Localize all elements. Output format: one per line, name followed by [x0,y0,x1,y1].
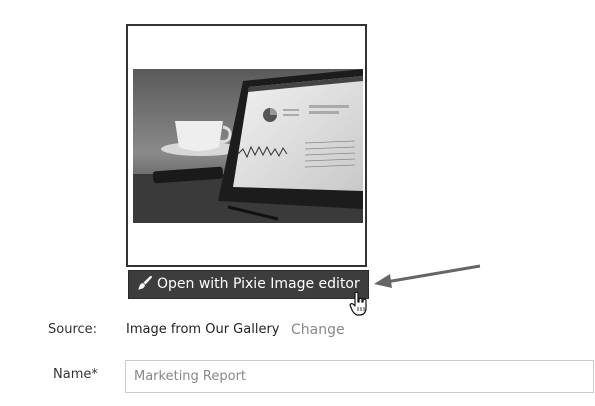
image-preview [133,69,363,223]
name-label: Name* [53,367,98,382]
source-label: Source: [48,322,98,337]
hand-cursor-icon [349,291,367,316]
image-preview-frame [126,24,367,267]
paint-brush-icon [137,274,153,290]
image-selector-panel: Open with Pixie Image editor Source: Ima… [0,0,595,406]
source-value: Image from Our Gallery [126,322,280,337]
name-input[interactable] [125,360,594,393]
open-pixie-editor-button[interactable]: Open with Pixie Image editor [128,270,369,299]
pointer-arrow-icon [374,264,481,288]
change-source-link[interactable]: Change [291,322,345,338]
open-pixie-editor-label: Open with Pixie Image editor [157,276,360,292]
